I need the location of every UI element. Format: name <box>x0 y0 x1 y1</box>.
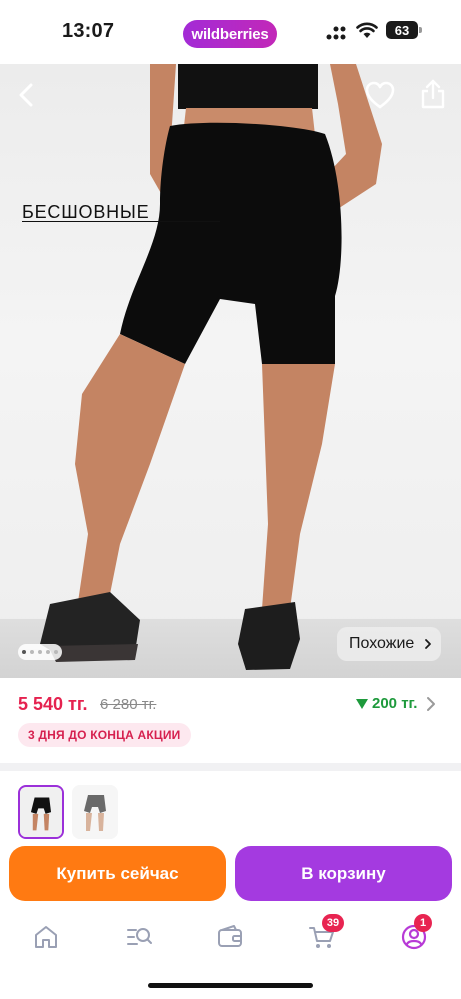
gallery-dot <box>22 650 26 654</box>
nav-home[interactable] <box>26 921 66 953</box>
image-overlay-text: БЕСШОВНЫЕ <box>22 202 150 222</box>
battery-tip <box>419 27 422 33</box>
variant-thumbnail <box>20 788 62 837</box>
catalog-search-icon <box>127 928 152 945</box>
price-section[interactable]: 5 540 тг. 6 280 тг. 200 тг. 3 ДНЯ ДО КОН… <box>0 678 461 763</box>
model-photo <box>40 64 382 670</box>
section-divider <box>0 763 461 771</box>
old-price: 6 280 тг. <box>100 696 157 713</box>
add-to-cart-button[interactable]: В корзину <box>235 846 452 901</box>
buy-now-button[interactable]: Купить сейчас <box>9 846 226 901</box>
home-indicator[interactable] <box>148 983 313 988</box>
action-bar: Купить сейчас В корзину <box>0 841 461 905</box>
status-bar: 13:07 wildberries 63 <box>0 0 461 64</box>
nav-catalog[interactable] <box>119 921 159 953</box>
gallery-dot <box>46 650 50 654</box>
color-variant-gray[interactable] <box>72 785 118 839</box>
nav-cart[interactable]: 39 <box>302 914 344 953</box>
battery-level: 63 <box>386 21 418 39</box>
share-icon[interactable] <box>418 78 448 110</box>
discount: 200 тг. <box>356 695 417 712</box>
gallery-dot <box>54 650 58 654</box>
nav-profile[interactable]: 1 <box>394 914 434 953</box>
gallery-dot <box>38 650 42 654</box>
color-variants <box>0 771 461 841</box>
brand-logo[interactable]: wildberries <box>183 20 277 48</box>
overlay-underline <box>22 221 220 222</box>
back-icon[interactable] <box>12 80 42 110</box>
profile-notification-badge: 1 <box>414 914 432 932</box>
current-price: 5 540 тг. <box>18 694 88 714</box>
chevron-right-icon[interactable] <box>426 696 436 712</box>
wifi-icon <box>356 22 378 38</box>
heart-icon[interactable] <box>364 80 396 110</box>
gallery-pagination[interactable] <box>18 644 62 660</box>
bottom-nav: 39 1 <box>0 905 461 999</box>
similar-label: Похожие <box>349 635 415 652</box>
gallery-dot <box>30 650 34 654</box>
arrow-down-icon <box>356 698 368 709</box>
battery-indicator: 63 <box>386 21 422 39</box>
color-variant-black[interactable] <box>18 785 64 839</box>
similar-button[interactable]: Похожие <box>337 627 441 661</box>
nav-wallet[interactable] <box>210 921 250 953</box>
wallet-icon <box>218 925 242 947</box>
home-icon <box>35 926 57 948</box>
chevron-right-icon <box>425 639 432 649</box>
product-image[interactable]: БЕСШОВНЫЕ Похожие <box>0 64 461 678</box>
cart-count-badge: 39 <box>322 914 344 932</box>
status-time: 13:07 <box>62 20 115 42</box>
discount-value: 200 тг. <box>372 695 418 712</box>
signal-icon <box>326 26 346 40</box>
variant-thumbnail <box>72 785 118 839</box>
promo-badge: 3 ДНЯ ДО КОНЦА АКЦИИ <box>18 723 191 747</box>
